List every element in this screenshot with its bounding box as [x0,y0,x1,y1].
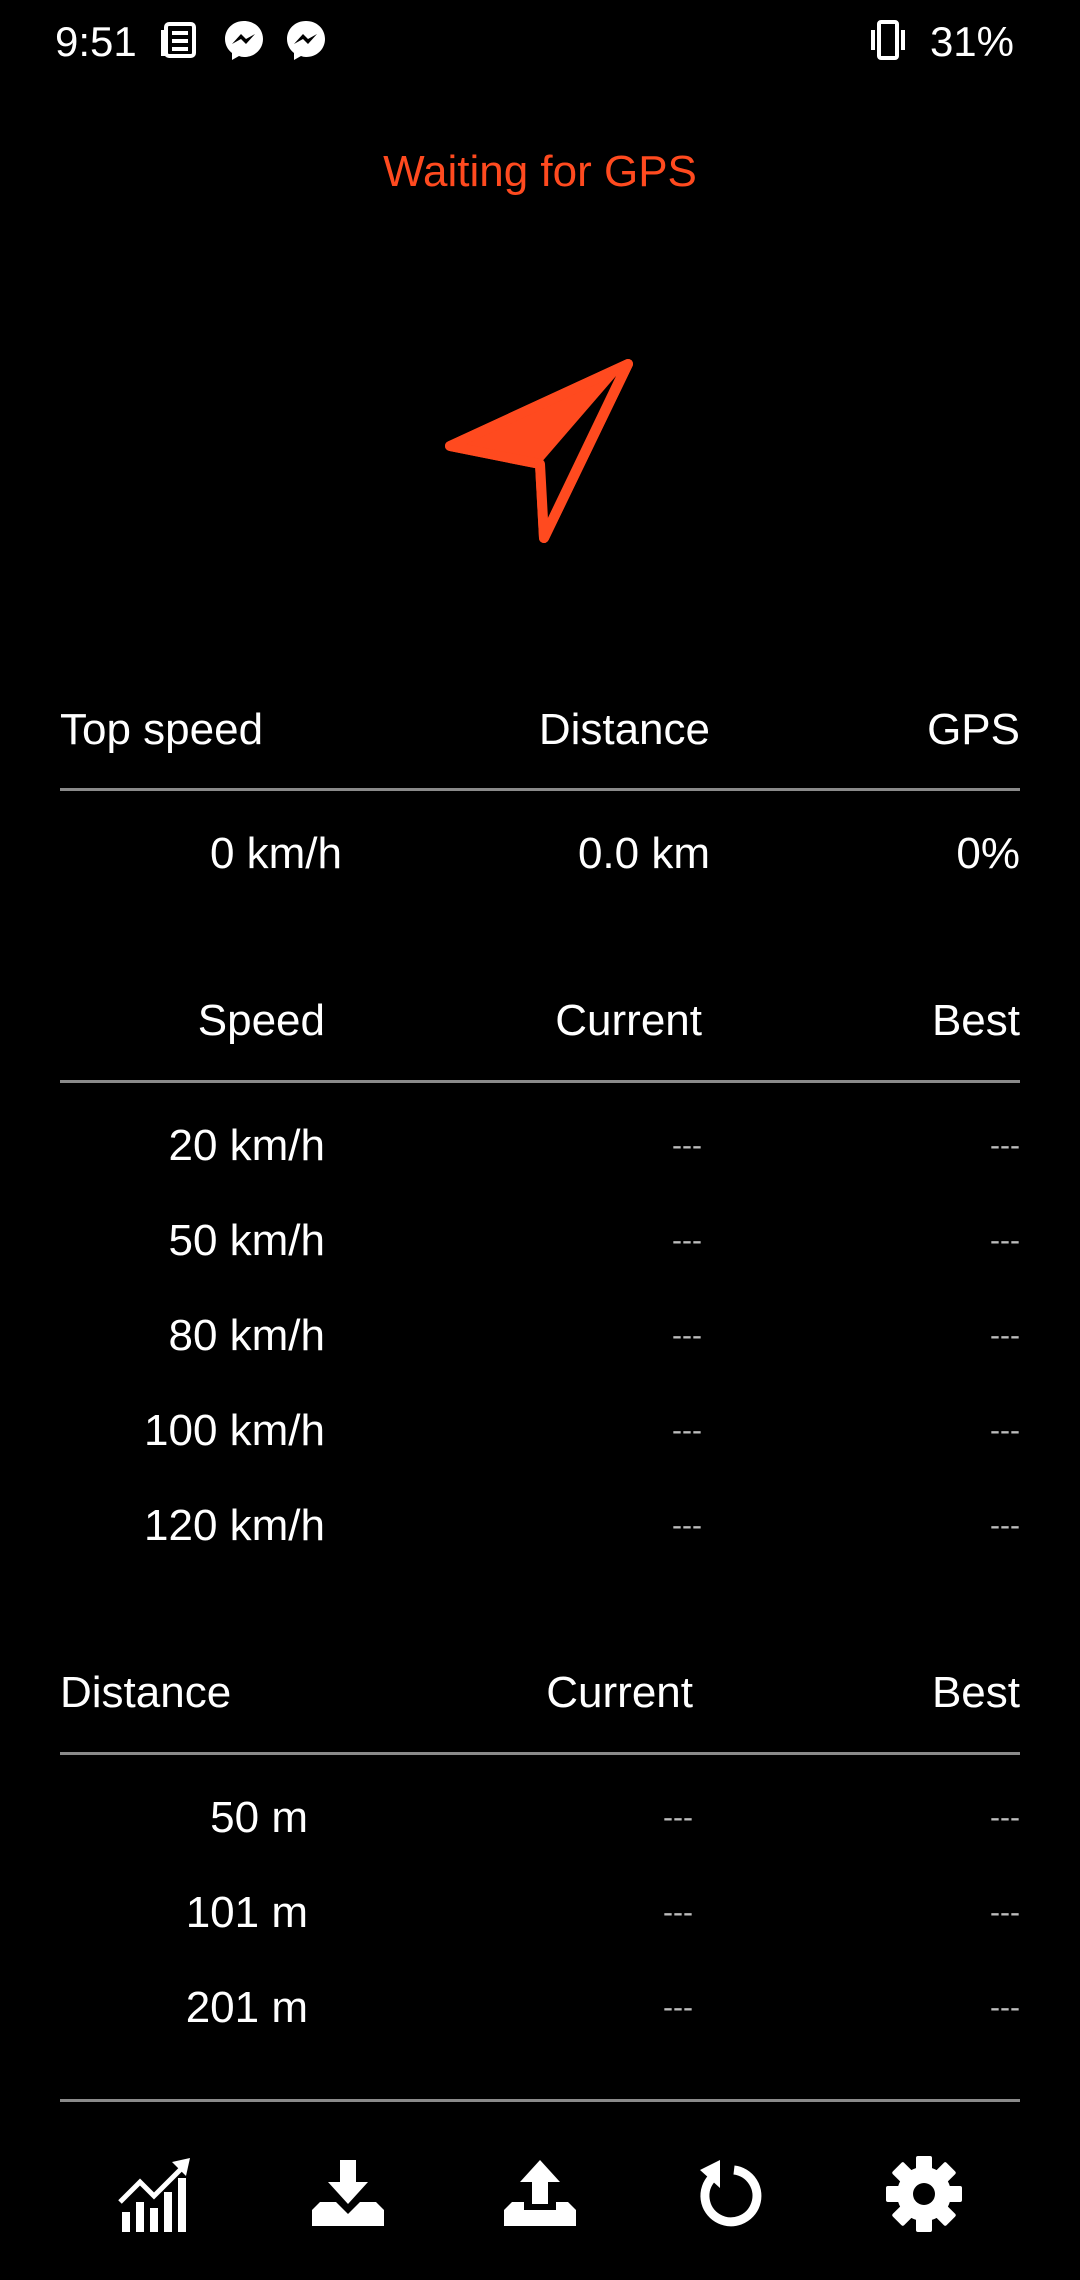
distance-header: Distance [60,1668,232,1717]
current-time: --- [672,1319,702,1352]
speed-label: 80 km/h [168,1311,325,1360]
summary-divider [60,788,1020,791]
navigation-arrow-icon [445,359,633,543]
summary-header-row: Top speed Distance GPS [60,700,1020,760]
top-speed-header: Top speed [60,705,264,754]
upload-icon [504,2160,576,2226]
table-row: 201 m --- --- [60,1978,1020,2038]
statistics-button[interactable] [96,2108,216,2280]
status-bar: 9:51 31% [0,0,1080,84]
screen: 9:51 31% Waiting for GPS Top speed Dista… [0,0,1080,2280]
current-time: --- [672,1414,702,1447]
table-row: 100 km/h --- --- [60,1401,1020,1461]
table-row: 120 km/h --- --- [60,1496,1020,1556]
speed-divider [60,1080,1020,1083]
distance-value: 0.0 km [577,829,710,878]
messenger-icon [225,21,263,60]
best-time: --- [990,1319,1020,1352]
distance-label: 101 m [185,1888,308,1937]
battery-percentage: 31% [929,18,1014,65]
current-time: --- [663,1991,693,2024]
current-time: --- [672,1129,702,1162]
chart-icon [118,2158,190,2232]
bottom-toolbar [0,2108,1080,2280]
top-speed-value: 0 km/h [209,829,342,878]
best-time: --- [990,1801,1020,1834]
distance-header: Distance [538,705,710,754]
summary-value-row: 0 km/h 0.0 km 0% [60,824,1020,884]
speed-label: 100 km/h [144,1406,325,1455]
speed-header-row: Speed Current Best [60,991,1020,1051]
gps-value: 0% [956,829,1020,878]
status-time: 9:51 [55,18,137,65]
gps-header: GPS [927,705,1020,754]
settings-icon [886,2156,962,2232]
gps-status-text: Waiting for GPS [383,147,697,196]
speed-label: 20 km/h [168,1121,325,1170]
current-time: --- [672,1509,702,1542]
speed-label: 120 km/h [144,1501,325,1550]
distance-divider [60,1752,1020,1755]
best-time: --- [990,1896,1020,1929]
export-button[interactable] [480,2108,600,2280]
current-time: --- [663,1801,693,1834]
best-header: Best [931,1668,1020,1717]
reset-icon [700,2160,762,2227]
distance-header-row: Distance Current Best [60,1663,1020,1723]
news-icon [161,22,196,58]
best-time: --- [990,1414,1020,1447]
best-time: --- [990,1224,1020,1257]
download-icon [312,2160,384,2226]
table-row: 50 km/h --- --- [60,1211,1020,1271]
speed-header: Speed [197,996,325,1045]
best-time: --- [990,1129,1020,1162]
speed-label: 50 km/h [168,1216,325,1265]
vibrate-icon [871,20,905,60]
distance-label: 201 m [185,1983,308,2032]
bottom-divider [60,2099,1020,2102]
current-time: --- [663,1896,693,1929]
best-header: Best [931,996,1020,1045]
settings-button[interactable] [864,2108,984,2280]
table-row: 50 m --- --- [60,1788,1020,1848]
import-button[interactable] [288,2108,408,2280]
current-time: --- [672,1224,702,1257]
table-row: 80 km/h --- --- [60,1306,1020,1366]
best-time: --- [990,1991,1020,2024]
best-time: --- [990,1509,1020,1542]
current-header: Current [555,996,702,1045]
reset-button[interactable] [672,2108,792,2280]
table-row: 20 km/h --- --- [60,1116,1020,1176]
distance-label: 50 m [210,1793,308,1842]
table-row: 101 m --- --- [60,1883,1020,1943]
current-header: Current [546,1668,693,1717]
messenger-icon [287,21,325,60]
